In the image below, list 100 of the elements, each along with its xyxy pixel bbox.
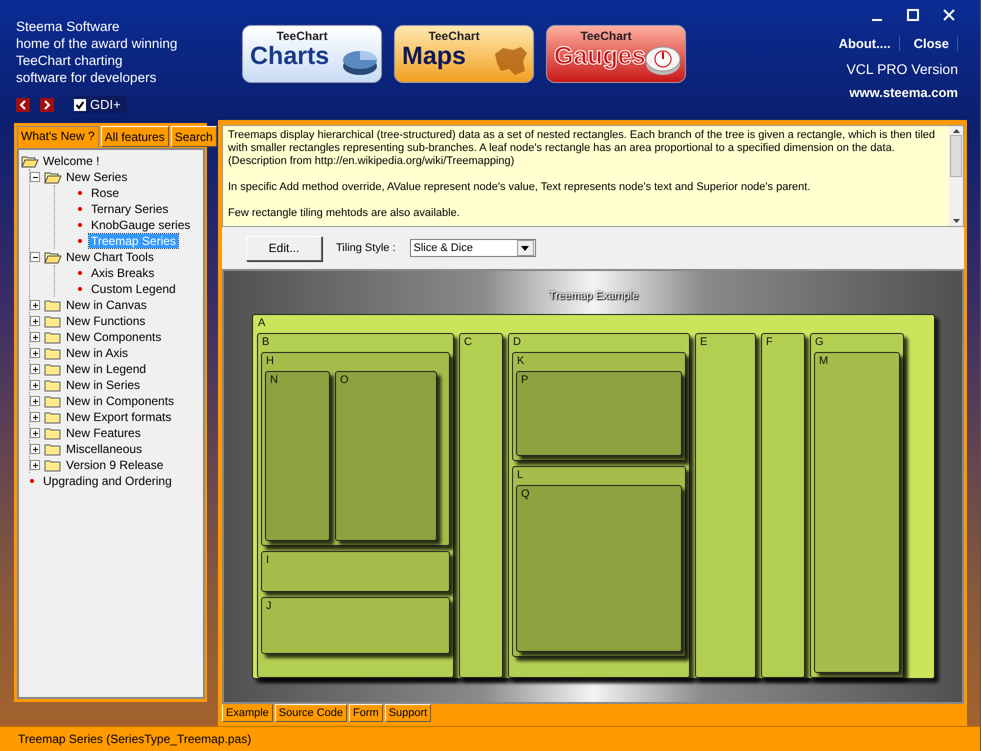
- version-text: VCL PRO Version: [846, 61, 958, 77]
- tiling-style-label: Tiling Style :: [336, 242, 396, 254]
- product-button[interactable]: TeeChart Maps: [394, 25, 534, 83]
- expand-icon[interactable]: [30, 428, 40, 438]
- node-label: C: [463, 335, 473, 350]
- node-label: G: [814, 335, 825, 350]
- header-link[interactable]: Close: [914, 36, 958, 51]
- chart-title: Treemap Example: [548, 290, 638, 302]
- tree-item[interactable]: New Features: [64, 426, 143, 440]
- expand-icon[interactable]: [30, 348, 40, 358]
- maximize-icon: [907, 9, 919, 21]
- node-label: K: [516, 354, 526, 369]
- product-button[interactable]: TeeChart Charts: [242, 25, 382, 83]
- tree-item[interactable]: Welcome !: [41, 154, 102, 168]
- folder-icon: [44, 378, 62, 392]
- folder-icon: [44, 410, 62, 424]
- description-text: Treemaps display hierarchical (tree-structured) data as a set of nested rectangles. Each branch of the tree is given a rectangle, which is then tiled with smaller rectangles representing sub-branches. A leaf node's rectangle has an area proportional to a specified dimension on the data. (Description from http://en.wikipedia.org/wiki/Treemapping): [228, 129, 936, 168]
- tree-item[interactable]: New Series: [64, 170, 130, 184]
- tree-item[interactable]: New in Components: [64, 394, 176, 408]
- expand-icon[interactable]: [30, 380, 40, 390]
- expand-icon[interactable]: [30, 460, 40, 470]
- tree-item[interactable]: KnobGauge series: [89, 218, 192, 232]
- expand-icon[interactable]: [30, 316, 40, 326]
- expand-icon[interactable]: [30, 396, 40, 406]
- tree-item[interactable]: Custom Legend: [89, 282, 178, 296]
- folder-icon: [44, 426, 62, 440]
- node-label: B: [261, 335, 270, 350]
- expand-icon[interactable]: [30, 444, 40, 454]
- sidebar-tab[interactable]: All features: [100, 126, 169, 147]
- tree-item[interactable]: New in Axis: [64, 346, 130, 360]
- tree-item[interactable]: New in Canvas: [64, 298, 149, 312]
- expand-icon[interactable]: [30, 300, 40, 310]
- tree-item[interactable]: New Chart Tools: [64, 250, 156, 264]
- tree-item[interactable]: New Components: [64, 330, 164, 344]
- expand-icon[interactable]: [30, 364, 40, 374]
- expand-icon[interactable]: [30, 412, 40, 422]
- collapse-icon[interactable]: [30, 172, 40, 182]
- scroll-down-icon[interactable]: [952, 219, 960, 223]
- folder-icon: [44, 394, 62, 408]
- sidebar-tab[interactable]: Search: [170, 126, 217, 147]
- forward-button[interactable]: [40, 98, 54, 112]
- header-link[interactable]: About....: [838, 36, 900, 51]
- folder-icon: [44, 346, 62, 360]
- node-label: F: [765, 335, 774, 350]
- tree-item[interactable]: New Functions: [64, 314, 148, 328]
- expand-icon[interactable]: [30, 332, 40, 342]
- folder-icon: [44, 330, 62, 344]
- status-text: Treemap Series (SeriesType_Treemap.pas): [18, 732, 252, 746]
- node-label: A: [257, 316, 266, 331]
- node-label: D: [512, 335, 522, 350]
- node-label: E: [699, 335, 708, 350]
- dropdown-arrow-icon: [521, 246, 530, 250]
- node-label: L: [516, 468, 524, 483]
- chevron-right-icon: [43, 100, 51, 110]
- node-label: I: [265, 553, 270, 568]
- minimize-icon: [871, 19, 883, 21]
- maximize-button[interactable]: [904, 6, 922, 24]
- folder-icon: [44, 298, 62, 312]
- tagline-text: Steema Software: [16, 18, 121, 35]
- website-text: www.steema.com: [849, 85, 958, 100]
- description-text: Few rectangle tiling mehtods are also available.: [228, 207, 461, 220]
- back-button[interactable]: [16, 98, 30, 112]
- node-label: N: [269, 373, 279, 388]
- node-label: O: [339, 373, 350, 388]
- page-tab[interactable]: Support: [384, 704, 432, 722]
- page-tab[interactable]: Example: [222, 704, 273, 722]
- edit-button[interactable]: Edit...: [246, 236, 322, 260]
- chevron-left-icon: [19, 100, 27, 110]
- folder-icon: [44, 458, 62, 472]
- tagline-text: software for developers: [16, 69, 158, 86]
- scrollbar[interactable]: [949, 126, 963, 226]
- tagline-text: TeeChart charting: [16, 52, 124, 69]
- folder-icon: [44, 362, 62, 376]
- tree-item[interactable]: Version 9 Release: [64, 458, 166, 472]
- node-label: H: [265, 354, 275, 369]
- open-folder-icon: [44, 170, 62, 184]
- tree-item[interactable]: New Export formats: [64, 410, 174, 424]
- tree-item[interactable]: Upgrading and Ordering: [41, 474, 174, 488]
- tree-item[interactable]: Axis Breaks: [89, 266, 156, 280]
- open-folder-icon: [44, 250, 62, 264]
- tree-item[interactable]: New in Series: [64, 378, 142, 392]
- tree-item[interactable]: New in Legend: [64, 362, 148, 376]
- node-label: P: [520, 373, 530, 388]
- close-icon: [943, 9, 955, 21]
- tree-item[interactable]: Rose: [89, 186, 122, 200]
- page-tab[interactable]: Form: [349, 704, 383, 722]
- tagline-text: home of the award winning: [16, 35, 178, 52]
- gdi-checkbox[interactable]: [74, 98, 86, 110]
- tree-item[interactable]: Ternary Series: [89, 202, 170, 216]
- tiling-style-dropdown[interactable]: Slice & Dice: [410, 239, 536, 257]
- scroll-up-icon[interactable]: [952, 129, 960, 133]
- node-label: Q: [520, 487, 531, 502]
- folder-icon: [44, 314, 62, 328]
- product-button[interactable]: TeeChart Gauges: [546, 25, 686, 83]
- node-label: J: [265, 599, 272, 614]
- collapse-icon[interactable]: [30, 252, 40, 262]
- sidebar-tab[interactable]: What's New ?: [17, 126, 99, 147]
- tree-item[interactable]: Miscellaneous: [64, 442, 144, 456]
- description-text: In specific Add method override, AValue represent node's value, Text represents node's text and Superior node's parent.: [228, 181, 812, 194]
- page-tab[interactable]: Source Code: [274, 704, 348, 722]
